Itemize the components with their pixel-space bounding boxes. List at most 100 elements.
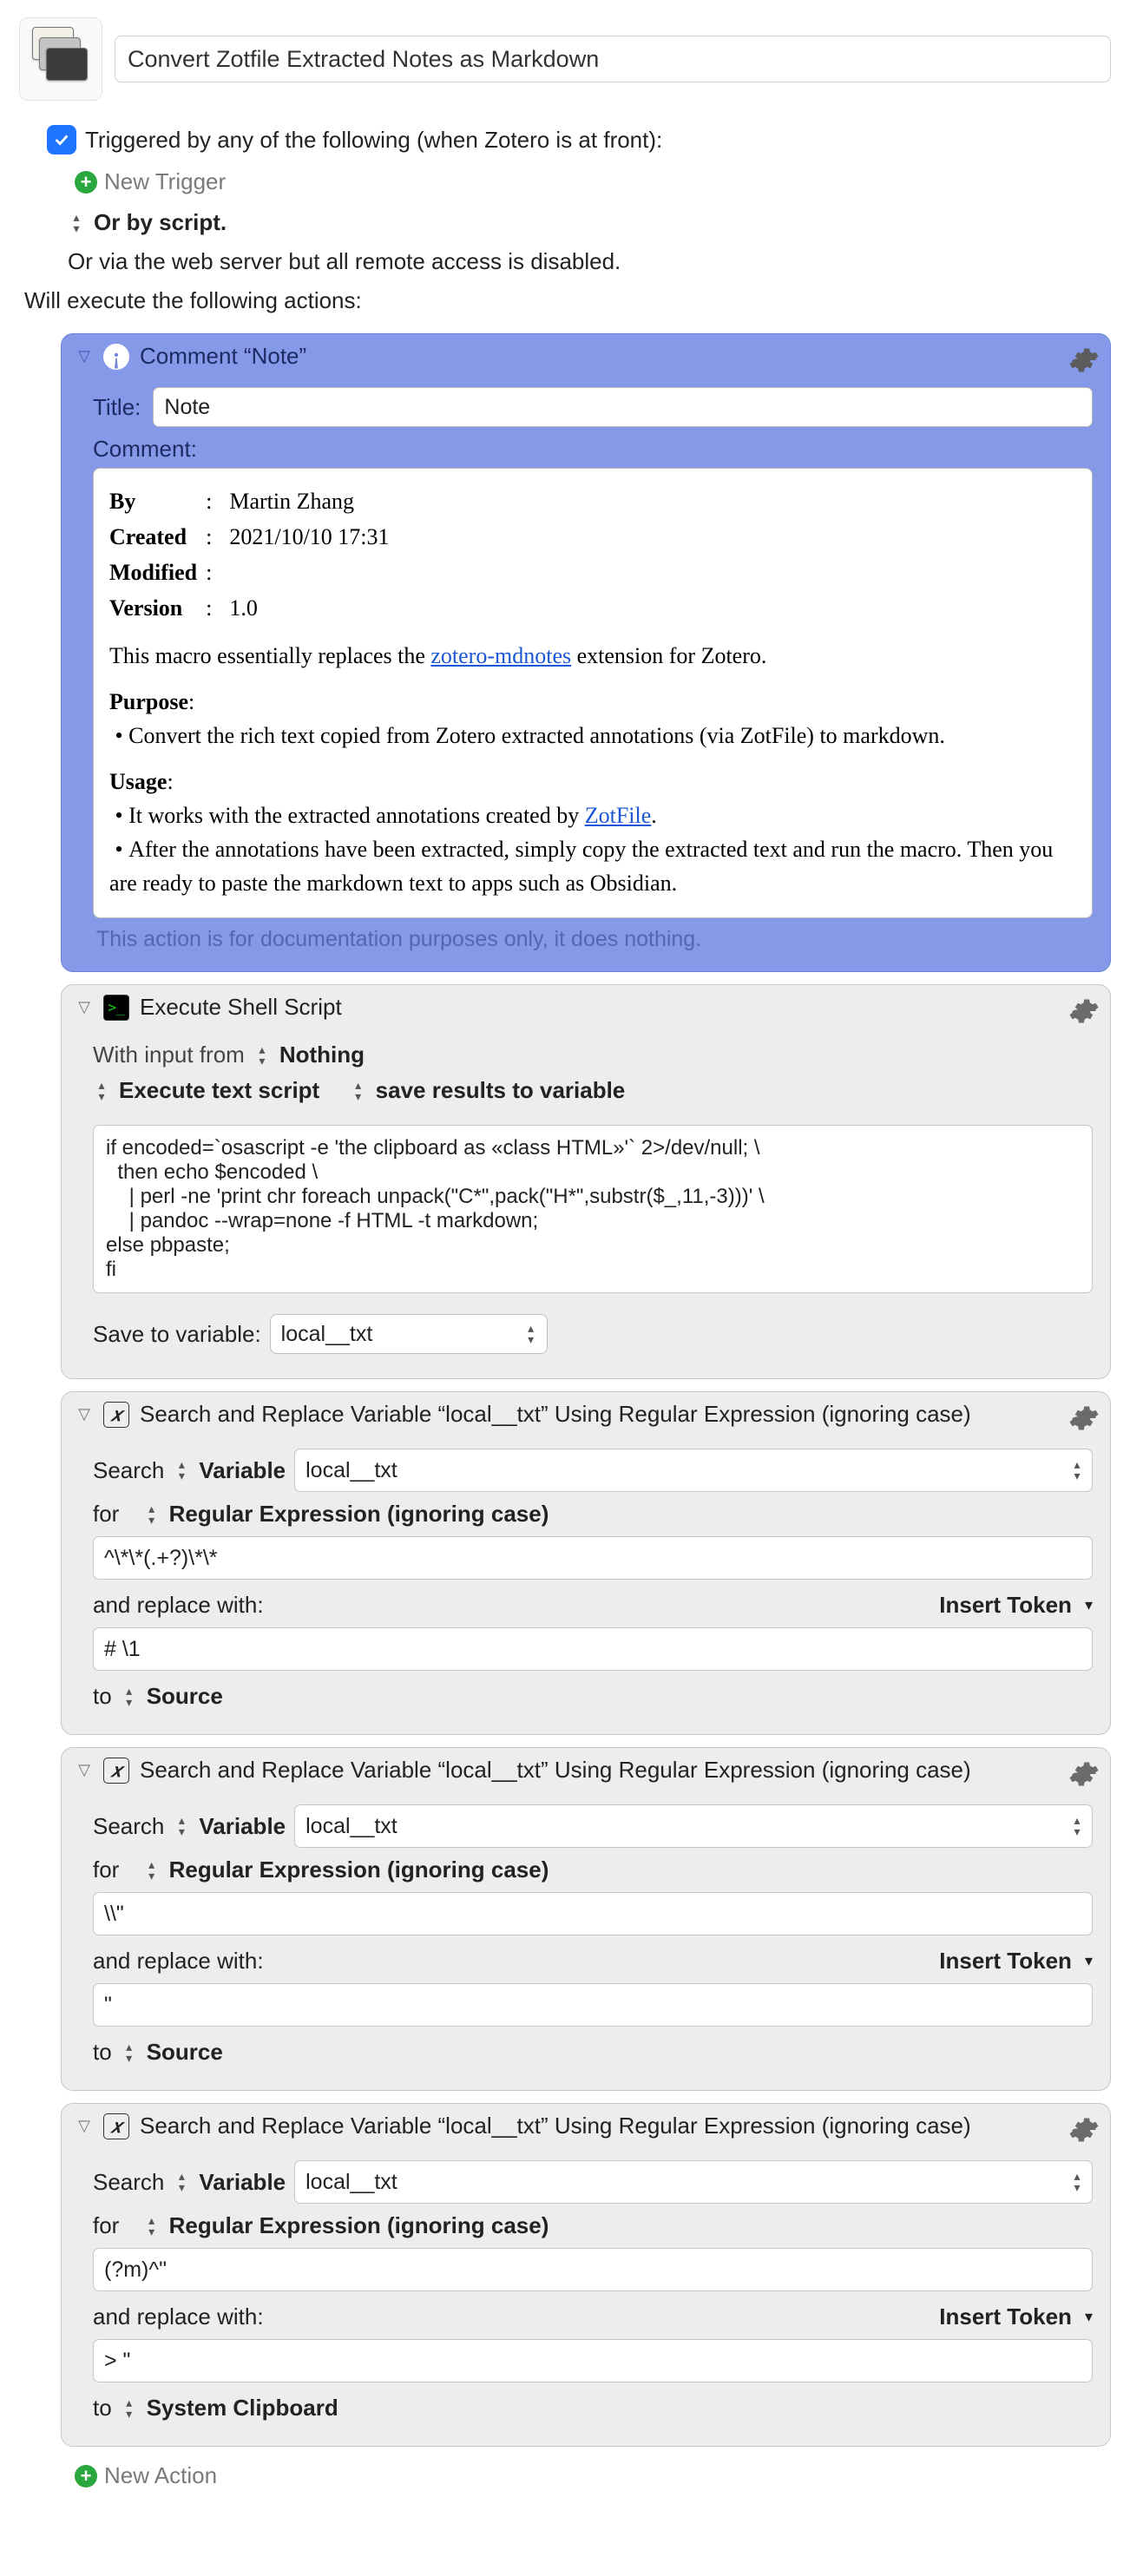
with-input-label: With input from — [93, 1042, 245, 1068]
updown-chevron-icon[interactable] — [173, 1459, 190, 1482]
trigger-heading: Triggered by any of the following (when … — [85, 127, 662, 154]
action-title: Execute Shell Script — [140, 994, 342, 1021]
disclosure-icon[interactable]: ▽ — [76, 1405, 93, 1423]
for-label: for — [93, 1856, 119, 1883]
variable-name-input[interactable] — [294, 1804, 1093, 1848]
destination[interactable]: Source — [147, 1683, 223, 1710]
new-trigger-label: New Trigger — [104, 168, 226, 195]
zotfile-link[interactable]: ZotFile — [585, 803, 652, 828]
for-label: for — [93, 1501, 119, 1528]
gear-icon[interactable] — [1068, 1758, 1100, 1796]
comment-body-label: Comment: — [93, 436, 1093, 463]
regex-type[interactable]: Regular Expression (ignoring case) — [169, 1856, 549, 1883]
insert-token-button[interactable]: Insert Token ▾ — [939, 2303, 1093, 2330]
comment-body[interactable]: By:Martin Zhang Created:2021/10/10 17:31… — [93, 468, 1093, 918]
action-search-replace[interactable]: ▽ 𝑥 Search and Replace Variable “local__… — [61, 1747, 1111, 2091]
actions-heading: Will execute the following actions: — [19, 282, 1111, 321]
updown-chevron-icon[interactable] — [143, 1503, 161, 1526]
save-to-variable-label: Save to variable: — [93, 1321, 261, 1348]
updown-chevron-icon[interactable] — [143, 1859, 161, 1882]
variable-icon: 𝑥 — [103, 1402, 129, 1428]
destination[interactable]: Source — [147, 2039, 223, 2066]
updown-chevron-icon[interactable] — [253, 1044, 271, 1067]
replace-pattern-input[interactable] — [93, 1627, 1093, 1671]
variable-name-input[interactable] — [294, 1449, 1093, 1492]
variable-select[interactable]: local__txt — [270, 1314, 548, 1354]
disclosure-icon[interactable]: ▽ — [76, 2117, 93, 2135]
disclosure-icon[interactable]: ▽ — [76, 1761, 93, 1779]
gear-icon[interactable] — [1068, 1403, 1100, 1440]
regex-type[interactable]: Regular Expression (ignoring case) — [169, 2212, 549, 2239]
updown-chevron-icon[interactable] — [121, 1686, 138, 1708]
plus-icon: + — [75, 2465, 97, 2487]
shell-option-exec[interactable]: Execute text script — [119, 1077, 319, 1104]
action-search-replace[interactable]: ▽ 𝑥 Search and Replace Variable “local__… — [61, 1391, 1111, 1735]
updown-chevron-icon[interactable] — [121, 2397, 138, 2420]
updown-chevron-icon[interactable] — [121, 2041, 138, 2064]
search-label: Search — [93, 1813, 164, 1840]
updown-chevron-icon[interactable] — [1068, 2171, 1086, 2193]
regex-type[interactable]: Regular Expression (ignoring case) — [169, 1501, 549, 1528]
updown-chevron-icon[interactable] — [173, 2171, 190, 2193]
with-input-value[interactable]: Nothing — [279, 1042, 365, 1068]
shell-option-save[interactable]: save results to variable — [376, 1077, 626, 1104]
gear-icon[interactable] — [1068, 345, 1100, 382]
action-title: Search and Replace Variable “local__txt”… — [140, 1757, 971, 1784]
macro-name-input[interactable] — [115, 36, 1111, 82]
destination[interactable]: System Clipboard — [147, 2395, 338, 2422]
new-action-label: New Action — [104, 2462, 217, 2489]
search-type[interactable]: Variable — [199, 1457, 286, 1484]
comment-icon: ¡ — [103, 344, 129, 370]
add-trigger-button[interactable]: + New Trigger — [19, 168, 1111, 195]
updown-chevron-icon[interactable] — [143, 2215, 161, 2238]
disclosure-icon[interactable]: ▽ — [76, 998, 93, 1016]
replace-pattern-input[interactable] — [93, 2339, 1093, 2382]
disclosure-icon[interactable]: ▽ — [76, 347, 93, 365]
to-label: to — [93, 2395, 112, 2422]
insert-token-button[interactable]: Insert Token ▾ — [939, 1592, 1093, 1619]
add-action-button[interactable]: + New Action — [61, 2462, 1111, 2489]
for-label: for — [93, 2212, 119, 2239]
action-search-replace[interactable]: ▽ 𝑥 Search and Replace Variable “local__… — [61, 2103, 1111, 2447]
search-pattern-input[interactable] — [93, 2248, 1093, 2291]
search-type[interactable]: Variable — [199, 2169, 286, 2196]
action-comment[interactable]: ▽ ¡ Comment “Note” Title: Comment: By:Ma… — [61, 333, 1111, 972]
remote-access-note: Or via the web server but all remote acc… — [19, 243, 1111, 282]
updown-chevron-icon[interactable] — [1068, 1459, 1086, 1482]
mdnotes-link[interactable]: zotero-mdnotes — [430, 643, 571, 668]
updown-chevron-icon[interactable] — [1068, 1815, 1086, 1837]
search-type[interactable]: Variable — [199, 1813, 286, 1840]
replace-pattern-input[interactable] — [93, 1983, 1093, 2027]
updown-chevron-icon[interactable] — [68, 212, 85, 234]
action-shell-script[interactable]: ▽ >_ Execute Shell Script With input fro… — [61, 984, 1111, 1379]
action-title: Comment “Note” — [140, 343, 306, 370]
action-footnote: This action is for documentation purpose… — [93, 918, 1093, 956]
updown-chevron-icon[interactable] — [173, 1815, 190, 1837]
replace-with-label: and replace with: — [93, 1948, 264, 1975]
or-by-script-label: Or by script. — [94, 209, 227, 236]
variable-icon: 𝑥 — [103, 2113, 129, 2139]
macro-group-icon — [19, 17, 102, 101]
to-label: to — [93, 1683, 112, 1710]
updown-chevron-icon — [522, 1323, 540, 1345]
search-pattern-input[interactable] — [93, 1536, 1093, 1580]
variable-name-input[interactable] — [294, 2160, 1093, 2204]
updown-chevron-icon[interactable] — [350, 1080, 367, 1102]
search-label: Search — [93, 1457, 164, 1484]
enabled-checkbox[interactable] — [47, 125, 76, 154]
insert-token-button[interactable]: Insert Token ▾ — [939, 1948, 1093, 1975]
replace-with-label: and replace with: — [93, 2303, 264, 2330]
title-label: Title: — [93, 394, 141, 421]
action-title: Search and Replace Variable “local__txt”… — [140, 2113, 971, 2139]
gear-icon[interactable] — [1068, 996, 1100, 1033]
terminal-icon: >_ — [103, 995, 129, 1021]
variable-icon: 𝑥 — [103, 1758, 129, 1784]
action-title: Search and Replace Variable “local__txt”… — [140, 1401, 971, 1428]
search-pattern-input[interactable] — [93, 1892, 1093, 1935]
shell-script-text[interactable]: if encoded=`osascript -e 'the clipboard … — [93, 1125, 1093, 1293]
gear-icon[interactable] — [1068, 2114, 1100, 2152]
plus-icon: + — [75, 171, 97, 194]
replace-with-label: and replace with: — [93, 1592, 264, 1619]
updown-chevron-icon[interactable] — [93, 1080, 110, 1102]
comment-title-input[interactable] — [153, 387, 1093, 427]
